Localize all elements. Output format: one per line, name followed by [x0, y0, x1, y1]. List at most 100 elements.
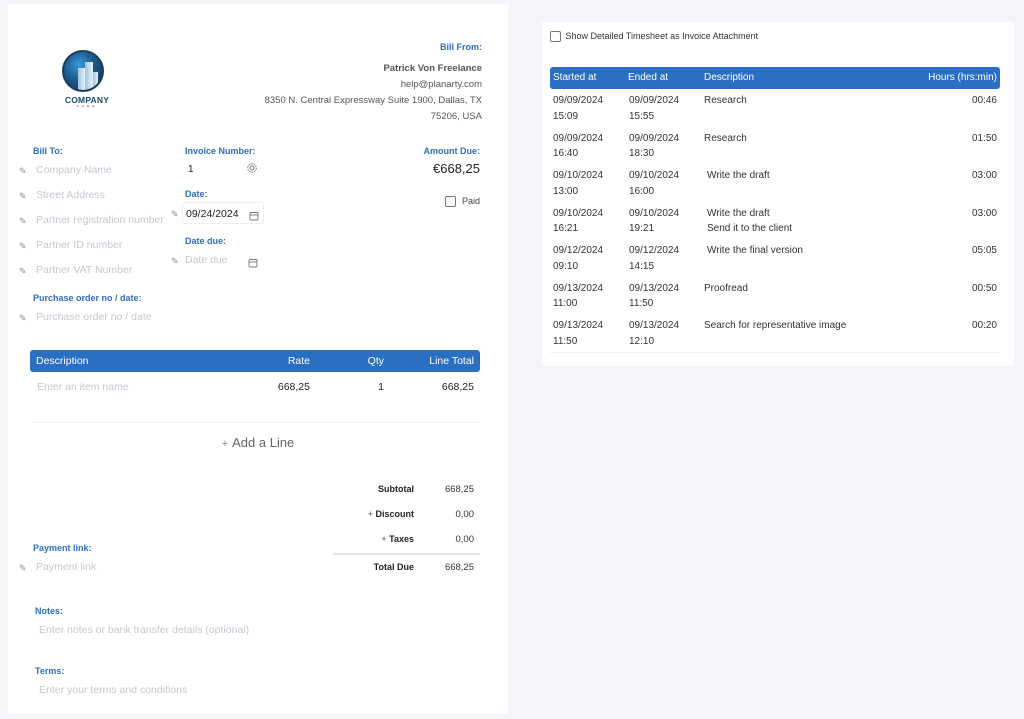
invoice-number-input[interactable]: 1 [188, 164, 194, 175]
end-time: 18:30 [629, 148, 655, 159]
end-date: 09/13/2024 [629, 320, 680, 331]
ended-at-cell: 09/09/2024 18:30 [629, 131, 679, 162]
started-at-cell: 09/13/2024 11:50 [553, 318, 603, 349]
item-rate[interactable]: 668,25 [278, 381, 310, 393]
add-taxes-button[interactable]: + Taxes [381, 534, 414, 544]
bill-from-label: Bill From: [440, 42, 482, 52]
add-discount-button[interactable]: + Discount [368, 509, 414, 519]
column-hours: Hours (hrs:min) [928, 72, 997, 83]
end-time: 12:10 [629, 335, 655, 347]
amount-due-label: Amount Due: [423, 146, 481, 156]
timesheet-row[interactable]: 09/13/2024 11:00 09/13/2024 11:50 Proofread 0… [550, 281, 1000, 318]
column-description: Description [704, 72, 755, 83]
timesheet-row[interactable]: 09/09/2024 15:09 09/09/2024 15:55 Research 00… [550, 93, 1000, 130]
add-line-button[interactable]: + Add a Line [8, 435, 508, 450]
terms-input[interactable]: Enter your terms and conditions [39, 684, 187, 696]
description-line: Research [704, 132, 747, 144]
items-divider [32, 422, 480, 423]
end-time: 16:00 [629, 185, 655, 197]
company-logo[interactable]: COMPANY NAME [52, 48, 122, 108]
item-qty[interactable]: 1 [378, 381, 384, 393]
description-cell: Research [704, 93, 747, 109]
hours-cell: 05:05 [971, 245, 997, 256]
timesheet-row[interactable]: 09/10/2024 13:00 09/10/2024 16:00 Write the … [550, 168, 1000, 205]
show-timesheet-checkbox[interactable] [550, 31, 561, 43]
end-date: 09/13/2024 [629, 282, 680, 294]
item-name-input[interactable]: Enter an item name [37, 381, 129, 393]
notes-input[interactable]: Enter notes or bank transfer details (op… [39, 624, 249, 636]
pencil-icon: ✎ [19, 563, 27, 573]
total-due-value: 668,25 [444, 562, 474, 573]
purchase-order-input[interactable]: Purchase order no / date [36, 311, 152, 323]
pencil-icon: ✎ [19, 266, 27, 276]
paid-label: Paid [461, 196, 480, 206]
paid-checkbox-group[interactable]: Paid [445, 196, 480, 208]
start-time: 16:21 [553, 223, 579, 234]
sender-address-line1[interactable]: 8350 N. Central Expressway Suite 1900, D… [222, 93, 482, 109]
end-date: 09/10/2024 [629, 170, 680, 181]
pencil-icon: ✎ [19, 166, 27, 176]
start-time: 15:09 [553, 110, 579, 122]
amount-due-value: €668,25 [433, 161, 480, 176]
end-date: 09/12/2024 [629, 245, 680, 256]
plus-icon: + [221, 438, 229, 450]
description-line: Proofread [704, 282, 748, 294]
paid-checkbox[interactable] [445, 196, 457, 208]
terms-label: Terms: [35, 666, 65, 676]
total-due-label: Total Due [373, 562, 414, 572]
timesheet-row[interactable]: 09/12/2024 09:10 09/12/2024 14:15 Write the … [550, 243, 1000, 280]
date-due-input[interactable]: Date due [185, 254, 228, 266]
discount-value: 0,00 [455, 509, 475, 520]
gear-icon[interactable] [246, 161, 258, 175]
sender-email[interactable]: help@planarty.com [222, 77, 482, 93]
hours-cell: 00:50 [971, 282, 997, 294]
hours-cell: 03:00 [971, 170, 997, 181]
pencil-icon: ✎ [171, 209, 179, 219]
start-time: 16:40 [553, 148, 579, 159]
calendar-icon[interactable] [249, 208, 259, 226]
start-date: 09/10/2024 [553, 170, 604, 181]
items-table-header: Description Rate Qty Line Total [30, 350, 480, 372]
ended-at-cell: 09/10/2024 16:00 [629, 168, 679, 199]
end-time: 14:15 [629, 260, 655, 272]
description-cell: Research [704, 131, 747, 147]
sender-name[interactable]: Patrick Von Freelance [222, 61, 482, 77]
description-cell: Search for representative image [704, 318, 846, 334]
ended-at-cell: 09/09/2024 15:55 [629, 93, 679, 124]
column-started-at: Started at [553, 72, 597, 83]
end-time: 19:21 [629, 223, 655, 234]
calendar-icon[interactable] [248, 255, 258, 273]
sender-address-line2[interactable]: 75206, USA [222, 109, 482, 125]
discount-label: Discount [375, 509, 414, 519]
hours-cell: 01:50 [971, 132, 997, 144]
ended-at-cell: 09/10/2024 19:21 [629, 206, 679, 237]
pencil-icon: ✎ [19, 313, 27, 323]
payment-link-label: Payment link: [33, 543, 92, 553]
street-address-input[interactable]: Street Address [36, 189, 105, 201]
hours-cell: 03:00 [971, 207, 997, 219]
partner-id-input[interactable]: Partner ID number [36, 239, 122, 251]
hours-cell: 00:20 [971, 320, 997, 331]
date-input[interactable]: 09/24/2024 [182, 202, 264, 224]
timesheet-table-header: Started at Ended at Description Hours (h… [550, 67, 1000, 89]
partner-registration-input[interactable]: Partner registration number [36, 214, 164, 226]
start-time: 09:10 [553, 260, 579, 272]
partner-vat-input[interactable]: Partner VAT Number [36, 264, 132, 276]
start-date: 09/09/2024 [553, 95, 604, 106]
bill-from-section: Bill From: Patrick Von Freelance help@pl… [222, 39, 482, 125]
started-at-cell: 09/10/2024 16:21 [553, 206, 603, 237]
description-cell: Write the draft [707, 168, 770, 184]
logo-emblem [62, 50, 104, 92]
description-cell: Proofread [704, 281, 748, 297]
timesheet-row[interactable]: 09/10/2024 16:21 09/10/2024 19:21 Write the … [550, 206, 1000, 243]
invoice-number-label: Invoice Number: [185, 146, 256, 156]
timesheet-row[interactable]: 09/09/2024 16:40 09/09/2024 18:30 Research 01… [550, 131, 1000, 168]
end-time: 11:50 [629, 298, 654, 309]
payment-link-input[interactable]: Payment link [36, 561, 96, 573]
pencil-icon: ✎ [171, 256, 179, 266]
timesheet-row[interactable]: 09/13/2024 11:50 09/13/2024 12:10 Search for… [550, 318, 1000, 355]
show-timesheet-option[interactable]: Show Detailed Timesheet as Invoice Attac… [550, 31, 758, 43]
company-name-input[interactable]: Company Name [36, 164, 112, 176]
started-at-cell: 09/12/2024 09:10 [553, 243, 603, 274]
description-cell: Write the draft Send it to the client [707, 206, 792, 237]
